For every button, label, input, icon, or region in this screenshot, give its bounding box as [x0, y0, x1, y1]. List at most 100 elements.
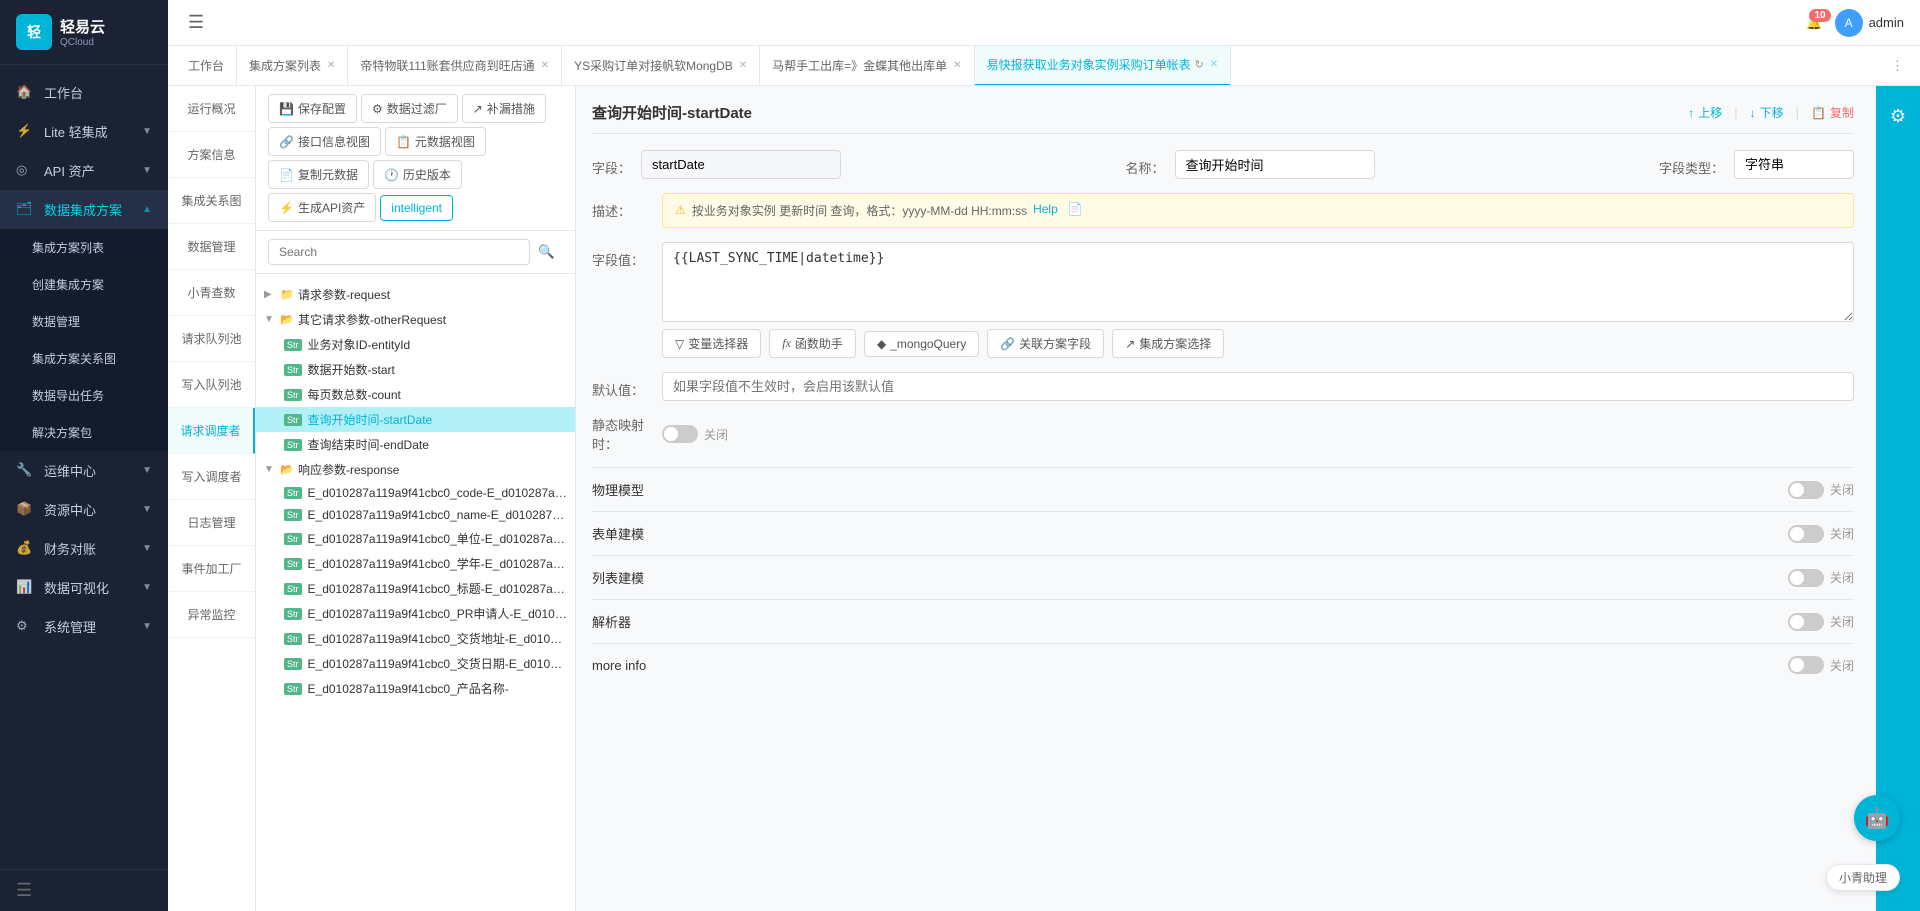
sidebar-item-workbench[interactable]: 🏠 工作台 — [0, 73, 168, 112]
data-filter-btn[interactable]: ⚙ 数据过滤厂 — [361, 94, 458, 123]
more-info-toggle[interactable]: 关闭 — [1788, 656, 1854, 674]
field-value-input[interactable] — [641, 150, 841, 179]
left-panel-write-debugger[interactable]: 写入调度者 — [168, 454, 255, 500]
tab-workbench[interactable]: 工作台 — [176, 46, 237, 86]
sidebar-item-integration-list[interactable]: 集成方案列表 — [0, 229, 168, 266]
func-helper-btn[interactable]: fx 函数助手 — [769, 329, 856, 358]
history-btn[interactable]: 🕐 历史版本 — [373, 160, 462, 189]
sidebar-item-lite[interactable]: ⚡ Lite 轻集成 ▼ — [0, 112, 168, 151]
toggle-switch[interactable] — [1788, 613, 1824, 631]
sidebar-item-data-mgmt[interactable]: 数据管理 — [0, 303, 168, 340]
meta-view-btn[interactable]: 📋 元数据视图 — [385, 127, 486, 156]
sidebar-item-solution-pkg[interactable]: 解决方案包 — [0, 414, 168, 451]
form-model-toggle[interactable]: 关闭 — [1788, 525, 1854, 543]
tree-item-product-name[interactable]: Str E_d010287a119a9f41cbc0_产品名称- — [256, 676, 575, 701]
tree-item-end-date[interactable]: Str 查询结束时间-endDate — [256, 432, 575, 457]
left-panel-error-monitor[interactable]: 异常监控 — [168, 592, 255, 638]
sidebar-item-data-visual[interactable]: 📊 数据可视化 ▼ — [0, 568, 168, 607]
doc-link[interactable]: 📄 — [1068, 202, 1083, 216]
tree-item-response[interactable]: ▼ 📂 响应参数-response — [256, 457, 575, 482]
tree-item-title-full[interactable]: Str E_d010287a119a9f41cbc0_标题-E_d010287a… — [256, 576, 575, 601]
save-config-btn[interactable]: 💾 保存配置 — [268, 94, 357, 123]
search-input[interactable] — [268, 239, 530, 265]
tree-item-entity-id[interactable]: Str 业务对象ID-entityId — [256, 332, 575, 357]
reload-icon[interactable]: ↻ — [1195, 58, 1204, 71]
settings-gear-btn[interactable]: ⚙ — [1876, 86, 1920, 911]
tab-close-icon[interactable]: ✕ — [953, 60, 961, 71]
sidebar-item-sys-mgmt[interactable]: ⚙ 系统管理 ▼ — [0, 607, 168, 646]
supplement-btn[interactable]: ↗ 补漏措施 — [462, 94, 546, 123]
tree-item-code-full[interactable]: Str E_d010287a119a9f41cbc0_code-E_d01028… — [256, 482, 575, 504]
left-panel-integration-map[interactable]: 集成关系图 — [168, 178, 255, 224]
left-panel-log-mgmt[interactable]: 日志管理 — [168, 500, 255, 546]
plan-select-btn[interactable]: ↗ 集成方案选择 — [1112, 329, 1224, 358]
physical-model-toggle[interactable]: 关闭 — [1788, 481, 1854, 499]
help-link[interactable]: Help — [1033, 202, 1058, 216]
toggle-switch[interactable] — [1788, 481, 1824, 499]
sidebar-item-plan-relation[interactable]: 集成方案关系图 — [0, 340, 168, 377]
tab-ys-purchase[interactable]: YS采购订单对接帆软MongDB ✕ — [562, 46, 760, 86]
sidebar-item-create-plan[interactable]: 创建集成方案 — [0, 266, 168, 303]
tree-item-name-full[interactable]: Str E_d010287a119a9f41cbc0_name-E_d01028… — [256, 504, 575, 526]
tree-item-year-full[interactable]: Str E_d010287a119a9f41cbc0_学年-E_d010287a… — [256, 551, 575, 576]
tree-item-unit-full[interactable]: Str E_d010287a119a9f41cbc0_单位-E_d010287a… — [256, 526, 575, 551]
list-model-toggle[interactable]: 关闭 — [1788, 569, 1854, 587]
smart-assistant-label[interactable]: 小青助理 — [1826, 864, 1900, 891]
tab-close-icon[interactable]: ✕ — [739, 60, 747, 71]
tab-mahang[interactable]: 马帮手工出库=》金蝶其他出库单 ✕ — [760, 46, 974, 86]
field-value-textarea[interactable] — [662, 242, 1854, 322]
toggle-switch[interactable] — [1788, 656, 1824, 674]
sidebar-item-data-export[interactable]: 数据导出任务 — [0, 377, 168, 414]
assistant-btn[interactable]: 🤖 — [1854, 795, 1900, 841]
sidebar-item-finance[interactable]: 💰 财务对账 ▼ — [0, 529, 168, 568]
sidebar-item-data-integration[interactable]: 🗂 数据集成方案 ▲ — [0, 190, 168, 229]
left-panel-request-debugger[interactable]: 请求调度者 — [168, 408, 255, 454]
left-panel-request-pool[interactable]: 请求队列池 — [168, 316, 255, 362]
left-panel-plan-info[interactable]: 方案信息 — [168, 132, 255, 178]
parser-toggle[interactable]: 关闭 — [1788, 613, 1854, 631]
left-panel-overview[interactable]: 运行概况 — [168, 86, 255, 132]
left-panel-data-mgmt[interactable]: 数据管理 — [168, 224, 255, 270]
left-panel-event-factory[interactable]: 事件加工厂 — [168, 546, 255, 592]
tree-item-delivery-date[interactable]: Str E_d010287a119a9f41cbc0_交货日期-E_d01028… — [256, 651, 575, 676]
tree-item-start-date[interactable]: Str 查询开始时间-startDate — [256, 407, 575, 432]
tabs-more-btn[interactable]: ⋮ — [1883, 54, 1912, 78]
menu-toggle-icon[interactable]: ☰ — [184, 8, 208, 37]
tab-yibao[interactable]: 易快报获取业务对象实例采购订单帐表 ↻ ✕ — [975, 46, 1232, 86]
search-button[interactable]: 🔍 — [530, 239, 563, 265]
mongo-query-btn[interactable]: ◆ _mongoQuery — [864, 331, 979, 357]
tree-item-page-count[interactable]: Str 每页数总数-count — [256, 382, 575, 407]
sidebar-item-resource[interactable]: 📦 资源中心 ▼ — [0, 490, 168, 529]
tree-item-delivery-addr[interactable]: Str E_d010287a119a9f41cbc0_交货地址-E_d01028… — [256, 626, 575, 651]
tree-item-pr-applicant[interactable]: Str E_d010287a119a9f41cbc0_PR申请人-E_d0102… — [256, 601, 575, 626]
tab-close-icon[interactable]: ✕ — [1210, 59, 1218, 70]
tree-item-data-start[interactable]: Str 数据开始数-start — [256, 357, 575, 382]
left-panel-xiao-qing[interactable]: 小青查数 — [168, 270, 255, 316]
interface-map-btn[interactable]: 🔗 接口信息视图 — [268, 127, 381, 156]
left-panel-write-pool[interactable]: 写入队列池 — [168, 362, 255, 408]
tab-integration-list[interactable]: 集成方案列表 ✕ — [237, 46, 348, 86]
tree-item-other-request[interactable]: ▼ 📂 其它请求参数-otherRequest — [256, 307, 575, 332]
sidebar-item-api[interactable]: ◎ API 资产 ▼ — [0, 151, 168, 190]
variable-selector-btn[interactable]: ▽ 变量选择器 — [662, 329, 761, 358]
up-btn[interactable]: ↑ 上移 — [1688, 104, 1722, 121]
sidebar-collapse-btn[interactable]: ☰ — [16, 880, 152, 901]
toggle-switch[interactable] — [1788, 569, 1824, 587]
type-select[interactable]: 字符串 — [1734, 150, 1854, 179]
intelligent-btn[interactable]: intelligent — [380, 195, 453, 221]
copy-data-btn[interactable]: 📄 复制元数据 — [268, 160, 369, 189]
tree-item-request-params[interactable]: ▶ 📁 请求参数-request — [256, 282, 575, 307]
gen-api-btn[interactable]: ⚡ 生成API资产 — [268, 193, 376, 222]
tab-close-icon[interactable]: ✕ — [541, 60, 549, 71]
down-btn[interactable]: ↓ 下移 — [1750, 104, 1784, 121]
tab-tid-supply[interactable]: 帝特物联111账套供应商到旺店通 ✕ — [348, 46, 562, 86]
tab-close-icon[interactable]: ✕ — [327, 60, 335, 71]
name-value-input[interactable] — [1175, 150, 1375, 179]
sidebar-item-ops[interactable]: 🔧 运维中心 ▼ — [0, 451, 168, 490]
copy-btn[interactable]: 📋 复制 — [1811, 104, 1854, 121]
default-value-input[interactable] — [662, 372, 1854, 401]
toggle-switch[interactable] — [662, 425, 698, 443]
related-field-btn[interactable]: 🔗 关联方案字段 — [987, 329, 1104, 358]
notification-btn[interactable]: 🔔 10 — [1806, 15, 1822, 31]
toggle-switch[interactable] — [1788, 525, 1824, 543]
